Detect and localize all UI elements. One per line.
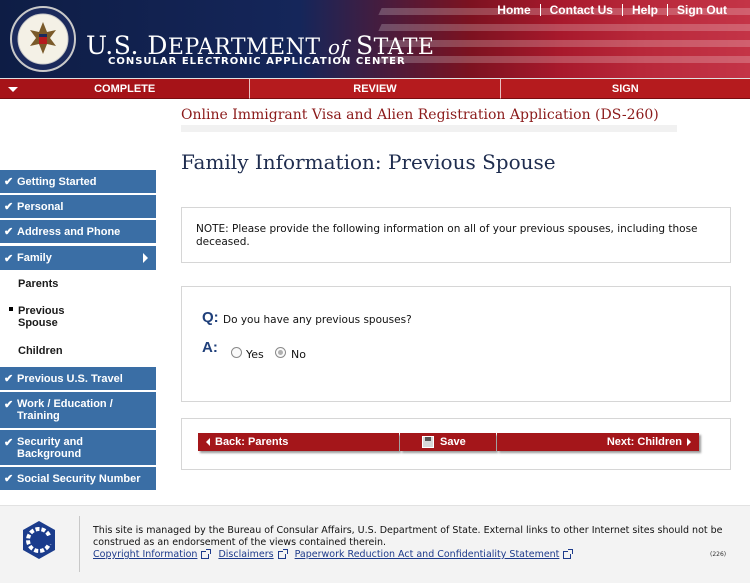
radio-no[interactable] <box>275 347 286 358</box>
sidebar-item-previous-us-travel[interactable]: ✔ Previous U.S. Travel <box>0 367 156 391</box>
form-title: Online Immigrant Visa and Alien Registra… <box>181 107 659 123</box>
sidebar-item-personal[interactable]: ✔ Personal <box>0 195 156 219</box>
sidebar-item-address-phone[interactable]: ✔ Address and Phone <box>0 220 156 244</box>
external-link-icon <box>277 548 288 559</box>
state-department-seal-icon <box>10 6 76 72</box>
nav-home-link[interactable]: Home <box>488 3 539 17</box>
next-button-label: Next: Children <box>606 436 682 448</box>
save-button[interactable]: Save <box>400 433 496 451</box>
check-icon: ✔ <box>4 473 14 485</box>
back-button[interactable]: Back: Parents <box>198 433 399 451</box>
radio-yes-label: Yes <box>246 348 264 361</box>
back-button-label: Back: Parents <box>215 436 289 448</box>
tab-label: COMPLETE <box>94 83 156 95</box>
arrow-left-icon <box>206 438 210 446</box>
sidebar-item-label: Social Security Number <box>17 472 141 485</box>
footer-disclaimer-text: This site is managed by the Bureau of Co… <box>93 525 723 548</box>
title-underline <box>181 125 677 132</box>
paperwork-reduction-link[interactable]: Paperwork Reduction Act and Confidential… <box>295 549 560 560</box>
chevron-right-icon <box>143 253 148 263</box>
page-title: Family Information: Previous Spouse <box>181 150 556 174</box>
tab-review[interactable]: REVIEW <box>249 78 500 99</box>
consular-affairs-logo-icon <box>23 521 55 559</box>
disclaimers-link[interactable]: Disclaimers <box>218 549 273 560</box>
sidebar-subitem-parents[interactable]: Parents <box>18 278 58 290</box>
sidebar-item-ssn[interactable]: ✔ Social Security Number <box>0 467 156 491</box>
sidebar-item-label: Security and Background <box>17 436 84 460</box>
tab-complete[interactable]: COMPLETE <box>0 78 250 99</box>
nav-help-link[interactable]: Help <box>623 3 667 17</box>
check-icon: ✔ <box>4 437 14 449</box>
sidebar-item-work-education[interactable]: ✔ Work / Education / Training <box>0 392 156 429</box>
check-icon: ✔ <box>4 373 14 385</box>
tab-label: SIGN <box>611 83 639 95</box>
sidebar-spacer <box>0 99 168 149</box>
question-box: Q: Do you have any previous spouses? A: … <box>181 286 731 402</box>
check-icon: ✔ <box>4 399 14 411</box>
external-link-icon <box>201 548 212 559</box>
department-subtitle: CONSULAR ELECTRONIC APPLICATION CENTER <box>108 56 406 67</box>
note-text: NOTE: Please provide the following infor… <box>196 223 698 248</box>
page-code: (226) <box>710 551 727 558</box>
footer-divider <box>79 516 80 572</box>
sidebar-item-label: Family <box>17 252 52 264</box>
nav-contact-link[interactable]: Contact Us <box>541 3 622 17</box>
current-page-bullet-icon <box>9 307 13 311</box>
sidebar-item-label: Getting Started <box>17 175 97 188</box>
check-icon: ✔ <box>4 176 14 188</box>
top-nav: Home Contact Us Help Sign Out <box>488 2 736 18</box>
tab-label: REVIEW <box>353 83 397 95</box>
header-banner: U.S. DEPARTMENT of STATE CONSULAR ELECTR… <box>0 0 750 78</box>
nav-signout-link[interactable]: Sign Out <box>668 3 736 17</box>
note-box: NOTE: Please provide the following infor… <box>181 207 731 263</box>
next-button[interactable]: Next: Children <box>497 433 699 451</box>
question-label: Q: <box>202 309 219 326</box>
question-text: Do you have any previous spouses? <box>223 314 412 326</box>
radio-yes[interactable] <box>231 347 242 358</box>
sidebar-item-label: Work / Education / Training <box>17 398 113 422</box>
banner-stripe <box>378 24 750 31</box>
check-icon: ✔ <box>4 226 14 238</box>
sidebar-item-getting-started[interactable]: ✔ Getting Started <box>0 170 156 194</box>
save-button-label: Save <box>440 436 466 448</box>
arrow-right-icon <box>687 438 691 446</box>
sidebar-item-label: Personal <box>17 200 64 213</box>
sidebar-item-label: Address and Phone <box>17 225 121 238</box>
footer: This site is managed by the Bureau of Co… <box>0 505 750 583</box>
answer-label: A: <box>202 339 218 356</box>
external-link-icon <box>563 548 574 559</box>
sidebar-item-family[interactable]: ✔ Family <box>0 246 156 271</box>
tab-sign[interactable]: SIGN <box>499 78 750 99</box>
copyright-link[interactable]: Copyright Information <box>93 549 197 560</box>
sidebar-item-label: Previous U.S. Travel <box>17 372 123 385</box>
floppy-disk-icon <box>422 436 434 448</box>
footer-links: Copyright Information Disclaimers Paperw… <box>93 548 580 560</box>
sidebar-subitem-children[interactable]: Children <box>18 345 63 357</box>
sidebar-item-security-background[interactable]: ✔ Security and Background <box>0 430 156 466</box>
sidebar-subitem-previous-spouse[interactable]: Previous Spouse <box>18 305 78 329</box>
radio-no-label: No <box>291 348 306 361</box>
caret-down-icon <box>8 87 18 92</box>
check-icon: ✔ <box>4 252 14 265</box>
step-tabs: COMPLETE REVIEW SIGN <box>0 78 750 99</box>
check-icon: ✔ <box>4 201 14 213</box>
